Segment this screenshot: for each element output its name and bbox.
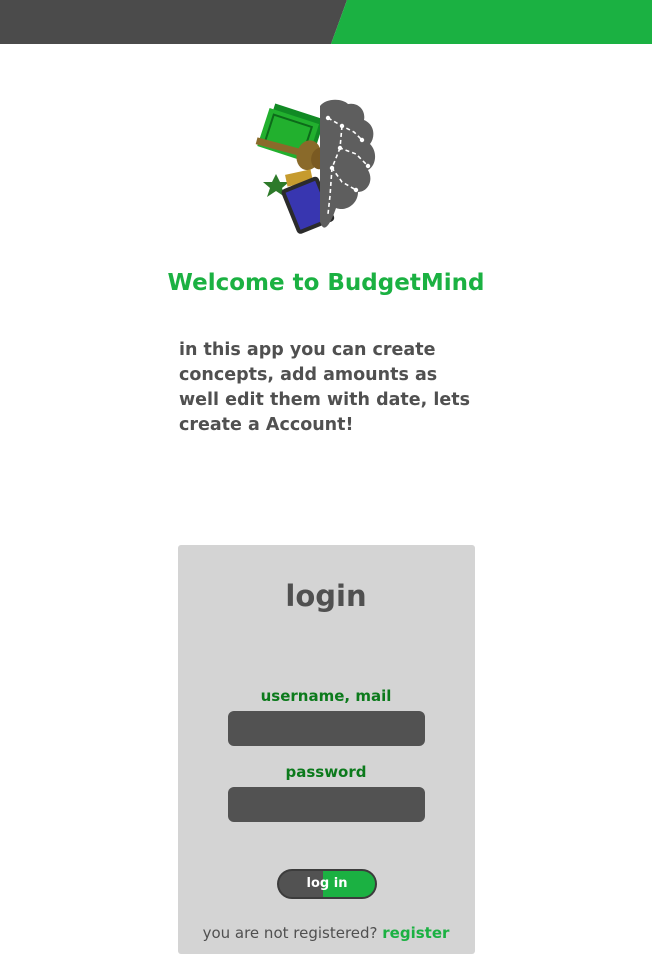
welcome-heading: Welcome to BudgetMind <box>167 270 485 296</box>
not-registered-text: you are not registered? <box>202 924 378 942</box>
register-link[interactable]: register <box>382 924 449 942</box>
top-banner <box>0 0 652 44</box>
username-input[interactable] <box>228 711 425 746</box>
budgetmind-logo-icon <box>246 96 390 238</box>
register-prompt: you are not registered? register <box>0 922 652 944</box>
login-title: login <box>285 579 367 613</box>
login-button[interactable]: log in <box>277 869 377 899</box>
password-label: password <box>285 763 367 781</box>
password-input[interactable] <box>228 787 425 822</box>
intro-text: in this app you can create concepts, add… <box>179 340 471 435</box>
username-label: username, mail <box>260 687 392 705</box>
